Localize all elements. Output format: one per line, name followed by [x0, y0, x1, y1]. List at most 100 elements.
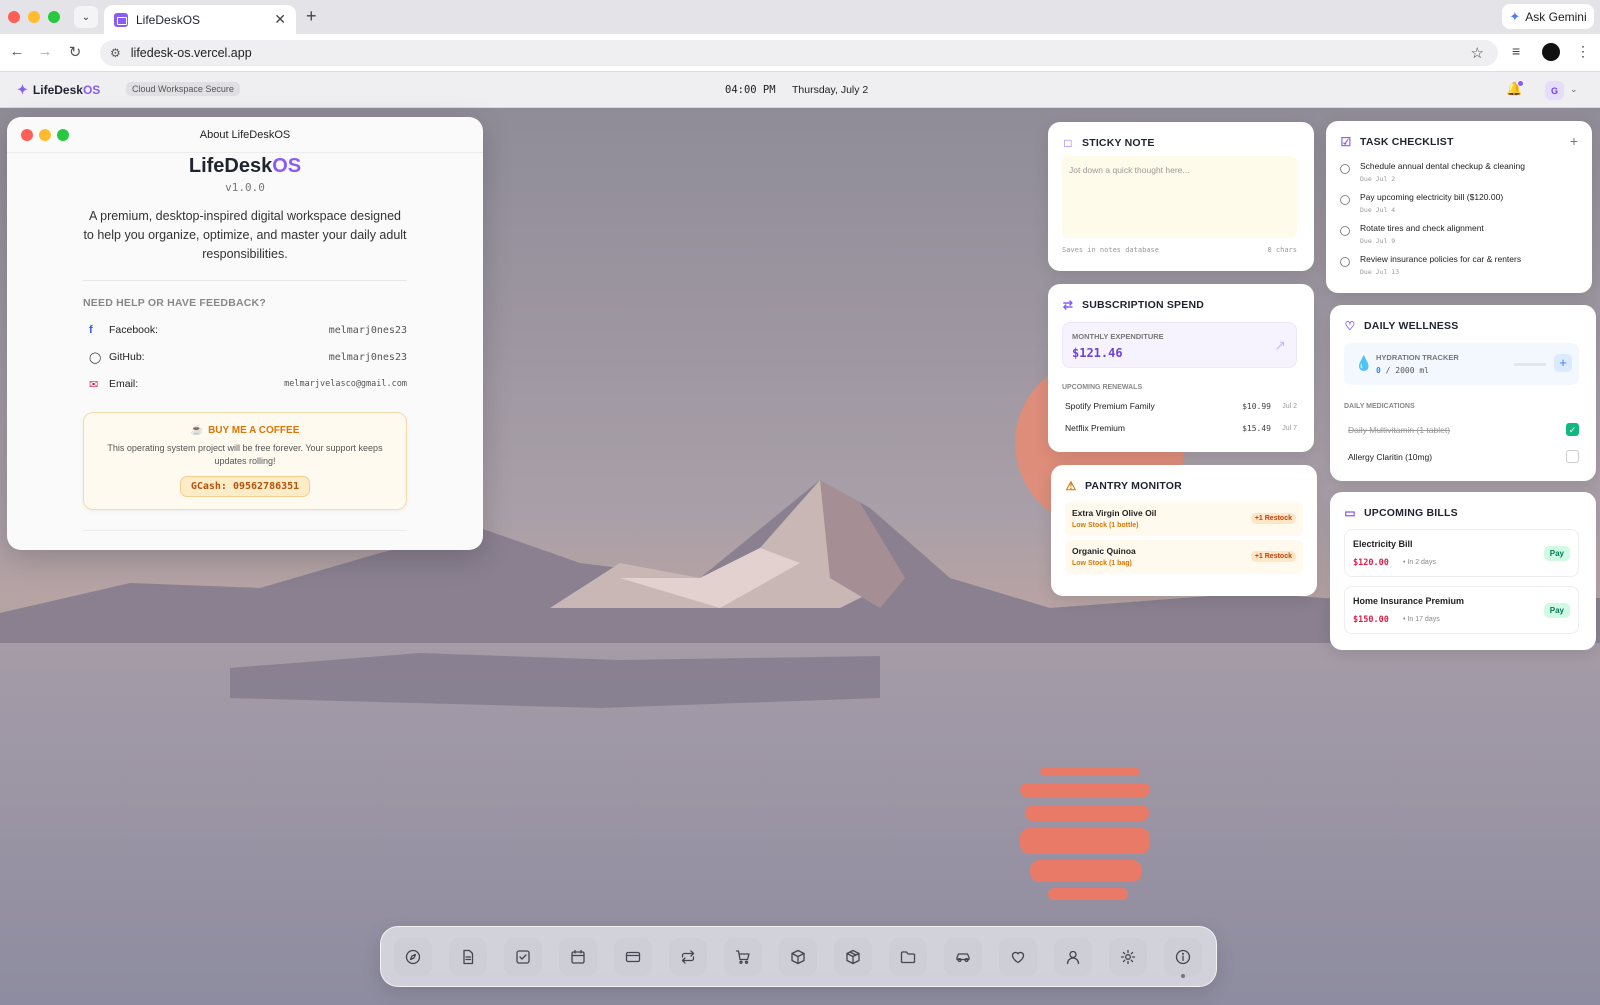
bill-due: • In 17 days: [1403, 616, 1440, 623]
user-icon: [1066, 950, 1080, 965]
gcash-number[interactable]: GCash: 09562786351: [179, 476, 311, 497]
tab-title: LifeDeskOS: [136, 12, 201, 27]
dock-folder-button[interactable]: [889, 938, 927, 976]
task-checkbox[interactable]: [1340, 164, 1350, 174]
widget-header: ▭ UPCOMING BILLS: [1344, 506, 1458, 520]
pantry-item-name: Organic Quinoa: [1072, 546, 1136, 556]
renewal-row[interactable]: Spotify Premium Family $10.99 Jul 2: [1062, 401, 1297, 411]
dock-box-button[interactable]: [779, 938, 817, 976]
restock-button[interactable]: +1 Restock: [1250, 513, 1296, 524]
contact-facebook[interactable]: f Facebook: melmarj0nes23: [83, 317, 407, 343]
window-zoom-button[interactable]: [48, 11, 60, 23]
browser-profile-avatar[interactable]: [1542, 43, 1560, 61]
tasks-title: TASK CHECKLIST: [1360, 136, 1454, 148]
dock-repeat-button[interactable]: [669, 938, 707, 976]
pay-button[interactable]: Pay: [1543, 546, 1570, 561]
warning-triangle-icon: ⚠: [1065, 479, 1077, 493]
mail-icon: ✉: [89, 378, 99, 391]
browser-menu-icon[interactable]: ⋮: [1576, 43, 1590, 60]
settings-icon: [1120, 949, 1136, 965]
monthly-expenditure-card: MONTHLY EXPENDITURE $121.46 ↗: [1062, 322, 1297, 368]
monthly-value: $121.46: [1072, 346, 1123, 360]
pantry-item: Extra Virgin Olive Oil Low Stock (1 bott…: [1065, 502, 1303, 536]
medication-item[interactable]: Allergy Claritin (10mg): [1348, 450, 1579, 463]
bill-amount: $120.00: [1353, 558, 1389, 568]
task-title: Pay upcoming electricity bill ($120.00): [1360, 192, 1504, 202]
renewal-row[interactable]: Netflix Premium $15.49 Jul 7: [1062, 423, 1297, 433]
reading-list-icon[interactable]: ≡: [1512, 43, 1520, 59]
add-water-button[interactable]: +: [1554, 354, 1572, 372]
dock-credit-card-button[interactable]: [614, 938, 652, 976]
browser-tab[interactable]: LifeDeskOS ✕: [104, 5, 296, 34]
coffee-cup-icon: ☕: [190, 425, 204, 436]
widget-header: ♡ DAILY WELLNESS: [1344, 319, 1459, 333]
add-task-button[interactable]: +: [1570, 133, 1578, 149]
dock-document-button[interactable]: [449, 938, 487, 976]
chevron-down-icon[interactable]: ⌄: [1570, 84, 1578, 95]
browser-toolbar: ← → ↻ ⚙ lifedesk-os.vercel.app ☆ ≡ ⋮: [0, 34, 1600, 72]
dock-heart-button[interactable]: [999, 938, 1037, 976]
water-drop-icon: 💧: [1355, 355, 1373, 371]
new-tab-button[interactable]: +: [306, 6, 317, 27]
about-app-prefix: LifeDesk: [188, 155, 273, 177]
dock-compass-button[interactable]: [394, 938, 432, 976]
os-logo[interactable]: ✦ LifeDeskOS: [17, 82, 100, 98]
dock-checklist-button[interactable]: [504, 938, 542, 976]
info-icon: [1175, 949, 1191, 965]
medication-checkbox[interactable]: [1566, 450, 1579, 463]
dock-user-button[interactable]: [1054, 938, 1092, 976]
about-version: v1.0.0: [225, 181, 265, 194]
medication-checkbox-checked[interactable]: ✓: [1566, 423, 1579, 436]
bills-title: UPCOMING BILLS: [1364, 507, 1458, 519]
address-bar[interactable]: ⚙ lifedesk-os.vercel.app ☆: [100, 40, 1498, 66]
contact-github[interactable]: ◯ GitHub: melmarj0nes23: [83, 344, 407, 370]
window-close-button[interactable]: [8, 11, 20, 23]
char-count: 0 chars: [1267, 246, 1297, 254]
medication-item[interactable]: Daily Multivitamin (1 tablet) ✓: [1348, 423, 1579, 436]
task-due: Due Jul 13: [1360, 268, 1400, 276]
bill-name: Home Insurance Premium: [1353, 596, 1465, 606]
ask-gemini-label: Ask Gemini: [1525, 9, 1587, 24]
facebook-icon: f: [89, 324, 93, 336]
restock-button[interactable]: +1 Restock: [1250, 551, 1296, 562]
divider: [83, 280, 407, 281]
about-window-titlebar[interactable]: About LifeDeskOS: [7, 117, 483, 153]
user-avatar[interactable]: G: [1545, 81, 1564, 100]
bill-item: Electricity Bill $120.00 • In 2 days Pay: [1344, 529, 1579, 577]
dock-info-button[interactable]: [1164, 938, 1202, 976]
contact-value: melmarj0nes23: [328, 351, 407, 363]
window-minimize-button[interactable]: [28, 11, 40, 23]
task-checkbox[interactable]: [1340, 226, 1350, 236]
renewal-name: Spotify Premium Family: [1065, 401, 1155, 411]
ask-gemini-button[interactable]: ✦ Ask Gemini: [1502, 4, 1594, 29]
forward-arrow-icon[interactable]: →: [36, 43, 54, 60]
contact-label: Email:: [109, 378, 139, 390]
tab-search-button[interactable]: ⌄: [74, 6, 98, 28]
dock-car-button[interactable]: [944, 938, 982, 976]
reload-icon[interactable]: ↻: [66, 43, 84, 61]
bookmark-star-icon[interactable]: ☆: [1471, 44, 1484, 62]
close-tab-icon[interactable]: ✕: [274, 11, 286, 28]
task-checkbox[interactable]: [1340, 257, 1350, 267]
note-icon: □: [1064, 136, 1072, 150]
dock-cart-button[interactable]: [724, 938, 762, 976]
subscription-spend-widget: ⇄ SUBSCRIPTION SPEND MONTHLY EXPENDITURE…: [1048, 284, 1314, 452]
pantry-item-name: Extra Virgin Olive Oil: [1072, 508, 1157, 518]
task-due: Due Jul 9: [1360, 237, 1396, 245]
sticky-note-input[interactable]: Jot down a quick thought here...: [1062, 156, 1297, 238]
renewal-date: Jul 2: [1282, 402, 1297, 410]
sticky-title: STICKY NOTE: [1082, 137, 1155, 149]
contact-value: melmarjvelasco@gmail.com: [284, 379, 407, 389]
renewal-price: $10.99: [1242, 401, 1271, 411]
dock-package-button[interactable]: [834, 938, 872, 976]
task-checkbox[interactable]: [1340, 195, 1350, 205]
monthly-label: MONTHLY EXPENDITURE: [1072, 332, 1164, 341]
dock-calendar-button[interactable]: [559, 938, 597, 976]
pay-button[interactable]: Pay: [1543, 603, 1570, 618]
dock-settings-button[interactable]: [1109, 938, 1147, 976]
contact-email[interactable]: ✉ Email: melmarjvelasco@gmail.com: [83, 371, 407, 397]
site-settings-icon[interactable]: ⚙: [110, 46, 121, 60]
bill-due-text: In 2 days: [1407, 559, 1436, 566]
back-arrow-icon[interactable]: ←: [8, 43, 26, 60]
brand-suffix: OS: [82, 83, 101, 97]
